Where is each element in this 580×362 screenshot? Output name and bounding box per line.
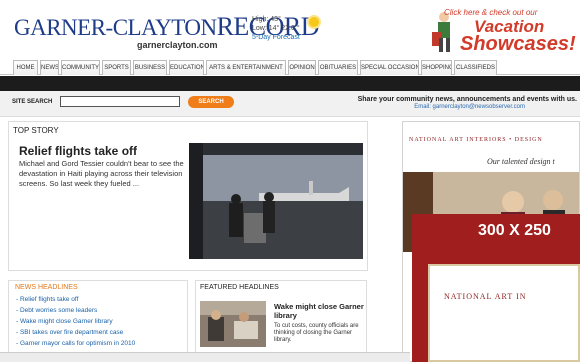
headline-link[interactable]: - Wake might close Garner library bbox=[16, 318, 113, 325]
nav-tab-arts-entertainment[interactable]: ARTS & ENTERTAINMENT bbox=[206, 60, 286, 75]
logo-text-main: GARNER-CLAYTON bbox=[14, 15, 217, 40]
nav-tab-sports[interactable]: SPORTS bbox=[102, 60, 131, 75]
nav-tab-opinion[interactable]: OPINION bbox=[288, 60, 316, 75]
nav-tab-education[interactable]: EDUCATION bbox=[169, 60, 204, 75]
search-input[interactable] bbox=[60, 96, 180, 107]
featured-description: To cut costs, county officials are think… bbox=[274, 323, 359, 343]
ad-size-label: 300 X 250 bbox=[478, 222, 551, 239]
share-news-text: Share your community news, announcements… bbox=[357, 96, 577, 103]
nav-tab-community[interactable]: COMMUNITY bbox=[61, 60, 100, 75]
headline-link[interactable]: - Garner mayor calls for optimism in 201… bbox=[16, 340, 135, 347]
overlay-ad-header: NATIONAL ART IN bbox=[444, 292, 527, 301]
library-photo-icon bbox=[200, 301, 266, 347]
ad-line-1: Click here & check out our bbox=[444, 8, 538, 17]
share-email-link[interactable]: Email: garnerclayton@newsobserver.com bbox=[414, 104, 525, 110]
nav-tab-classifieds[interactable]: CLASSIFIEDS bbox=[454, 60, 497, 75]
top-story-heading: TOP STORY bbox=[13, 126, 59, 135]
nav-tab-news[interactable]: NEWS bbox=[40, 60, 59, 75]
search-bar: SITE SEARCH SEARCH Share your community … bbox=[0, 91, 580, 117]
top-story-panel: TOP STORY Relief flights take off Michae… bbox=[8, 121, 368, 271]
nav-tab-business[interactable]: BUSINESS bbox=[133, 60, 167, 75]
floating-300x250-ad[interactable]: 300 X 250 NATIONAL ART IN bbox=[412, 214, 580, 362]
site-url: garnerclayton.com bbox=[137, 40, 218, 50]
sun-icon bbox=[309, 17, 319, 27]
ad-line-3: Showcases! bbox=[460, 33, 576, 55]
ad-header-text: NATIONAL ART INTERIORS • DESIGN bbox=[409, 137, 543, 143]
top-story-summary: Michael and Gord Tessier couldn't bear t… bbox=[19, 159, 184, 188]
forecast-link[interactable]: 5-Day Forecast bbox=[252, 33, 300, 42]
nav-tab-special-occasions[interactable]: SPECIAL OCCASIONS bbox=[360, 60, 419, 75]
sub-nav-bar bbox=[0, 76, 580, 91]
weather-widget: High: 43° Low: 14° 22.0 ° 5-Day Forecast bbox=[252, 15, 300, 42]
search-button[interactable]: SEARCH bbox=[188, 96, 234, 108]
nav-tab-shopping[interactable]: SHOPPING bbox=[421, 60, 452, 75]
ad-tagline: Our talented design t bbox=[487, 157, 555, 166]
headline-link[interactable]: - Debt worries some leaders bbox=[16, 307, 97, 314]
nav-tab-home[interactable]: HOME bbox=[13, 60, 38, 75]
news-headlines-panel: NEWS HEADLINES - Relief flights take off… bbox=[8, 280, 188, 362]
vacation-showcase-ad[interactable]: Click here & check out our Vacation Show… bbox=[420, 2, 580, 58]
overlay-ad-inner: NATIONAL ART IN bbox=[428, 264, 580, 362]
featured-title[interactable]: Wake might close Garner library bbox=[274, 302, 364, 320]
nav-tab-obituaries[interactable]: OBITUARIES bbox=[318, 60, 358, 75]
weather-high: High: 43° bbox=[252, 16, 281, 23]
main-nav: HOME NEWS COMMUNITY SPORTS BUSINESS EDUCATION… bbox=[0, 58, 580, 75]
top-story-title[interactable]: Relief flights take off bbox=[19, 144, 137, 158]
web-page: { "masthead": { "title_part1": "GARNER-C… bbox=[0, 0, 580, 362]
news-headlines-heading: NEWS HEADLINES bbox=[15, 284, 78, 291]
airfield-photo-icon bbox=[189, 143, 363, 259]
featured-thumbnail[interactable] bbox=[200, 301, 266, 347]
weather-low: Low: 14° 22.0 ° bbox=[252, 25, 300, 32]
site-search-label: SITE SEARCH bbox=[12, 99, 53, 105]
top-story-photo[interactable] bbox=[189, 143, 363, 259]
headline-link[interactable]: - SBI takes over fire department case bbox=[16, 329, 123, 336]
headline-link[interactable]: - Relief flights take off bbox=[16, 296, 78, 303]
featured-headlines-panel: FEATURED HEADLINES Wake might close Garn… bbox=[195, 280, 367, 362]
browser-status-bar bbox=[0, 352, 410, 362]
featured-headlines-heading: FEATURED HEADLINES bbox=[200, 284, 279, 291]
